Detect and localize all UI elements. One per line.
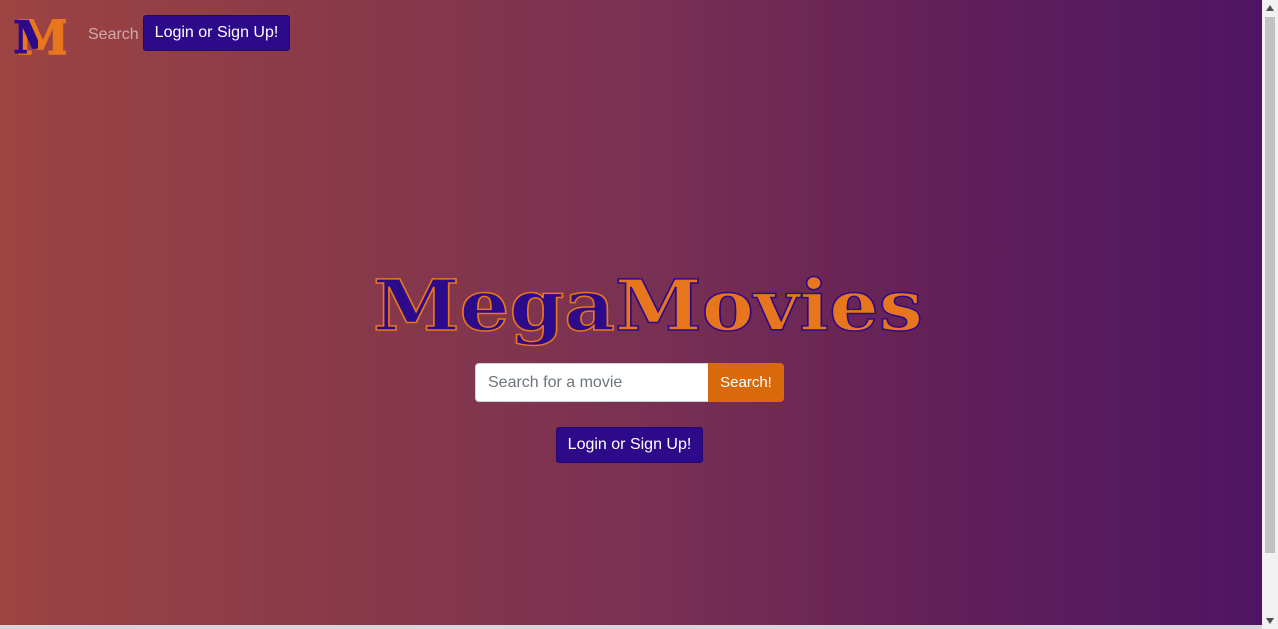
movie-search-button[interactable]: Search! <box>708 363 784 402</box>
top-navbar: M M Search Login or Sign Up! <box>0 0 1262 66</box>
scroll-down-arrow[interactable] <box>1262 613 1278 629</box>
scroll-thumb[interactable] <box>1265 17 1275 553</box>
scroll-up-arrow[interactable] <box>1262 0 1278 16</box>
hero-logo: Mega Movies <box>372 266 924 348</box>
movie-search-input[interactable] <box>475 363 708 402</box>
hero-logo-mega: Mega <box>373 266 615 347</box>
page-viewport: M M Search Login or Sign Up! Mega Movies … <box>0 0 1262 629</box>
svg-text:MegaMovies: Mega Movies <box>373 266 923 347</box>
hero-logo-movies: Movies <box>615 266 923 347</box>
triangle-down-icon <box>1266 618 1274 624</box>
nav-search-link[interactable]: Search <box>88 25 139 45</box>
hero-login-button[interactable]: Login or Sign Up! <box>556 427 703 463</box>
movie-search-group: Search! <box>475 363 784 402</box>
triangle-up-icon <box>1266 5 1274 11</box>
bottom-edge-strip <box>0 625 1262 629</box>
vertical-scrollbar[interactable] <box>1262 0 1278 629</box>
brand-logo[interactable]: M M <box>14 13 66 57</box>
nav-login-button[interactable]: Login or Sign Up! <box>143 15 290 51</box>
